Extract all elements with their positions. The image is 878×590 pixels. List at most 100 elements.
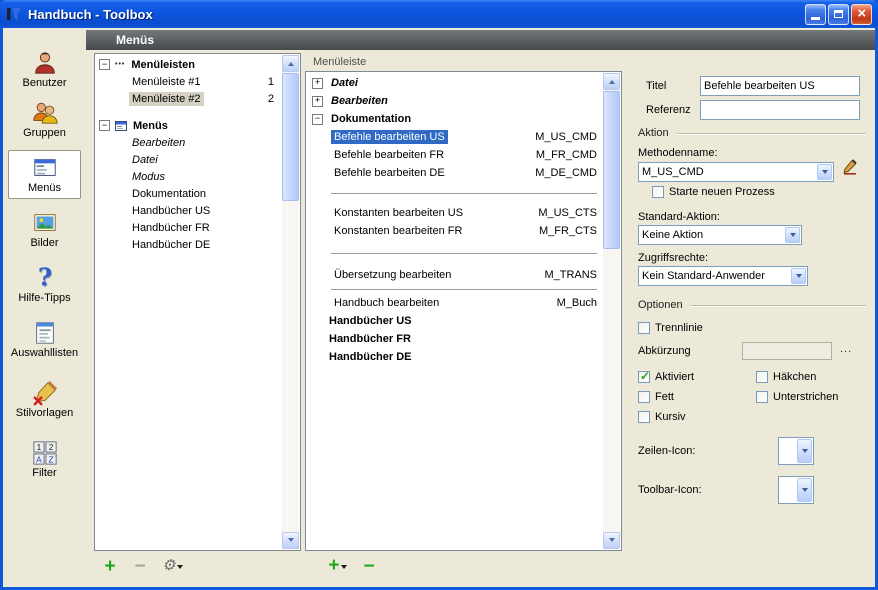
- menu-item-uebersetzung[interactable]: Übersetzung bearbeiten M_TRANS: [306, 266, 602, 284]
- settings-gear-button[interactable]: [162, 556, 183, 576]
- menu-node-bearbeiten[interactable]: Bearbeiten: [306, 92, 602, 110]
- tree-item-dokumentation[interactable]: Dokumentation: [95, 185, 281, 202]
- sidebar-item-hilfe-tipps[interactable]: ?? Hilfe-Tipps: [6, 265, 83, 304]
- chevron-down-icon[interactable]: [791, 268, 806, 284]
- tree-item-modus[interactable]: Modus: [95, 168, 281, 185]
- tree-item-handbuecher-fr[interactable]: Handbücher FR: [95, 219, 281, 236]
- methodenname-select[interactable]: M_US_CMD: [638, 162, 834, 182]
- methodenname-value: M_US_CMD: [639, 166, 816, 178]
- aktiviert-checkbox[interactable]: Aktiviert: [638, 371, 694, 383]
- gear-icon: [162, 557, 175, 575]
- zugriffsrechte-select[interactable]: Kein Standard-Anwender: [638, 266, 808, 286]
- referenz-field[interactable]: [700, 100, 860, 120]
- menu-node-label: Handbücher FR: [326, 332, 414, 346]
- menu-separator[interactable]: [306, 284, 602, 294]
- sidebar-item-stilvorlagen[interactable]: Stilvorlagen: [6, 380, 83, 419]
- zeilen-icon-dropdown[interactable]: [778, 437, 814, 465]
- tree-item-bearbeiten[interactable]: Bearbeiten: [95, 134, 281, 151]
- tree-item-datei[interactable]: Datei: [95, 151, 281, 168]
- method-code: M_US_CMD: [535, 131, 597, 143]
- vertical-scrollbar[interactable]: [603, 73, 620, 549]
- fett-checkbox[interactable]: Fett: [638, 391, 674, 403]
- scroll-up-icon[interactable]: [282, 55, 299, 72]
- titel-field[interactable]: Befehle bearbeiten US: [700, 76, 860, 96]
- abkuerzung-more-button[interactable]: ...: [840, 343, 852, 355]
- remove-menu-item-button[interactable]: [361, 556, 377, 576]
- tree-item-handbuecher-de[interactable]: Handbücher DE: [95, 236, 281, 253]
- scroll-down-icon[interactable]: [282, 532, 299, 549]
- add-menu-item-button[interactable]: [328, 556, 347, 576]
- menu-item-konstanten-fr[interactable]: Konstanten bearbeiten FR M_FR_CTS: [306, 222, 602, 240]
- unterstrichen-checkbox[interactable]: Unterstrichen: [756, 391, 838, 403]
- starte-prozess-checkbox[interactable]: Starte neuen Prozess: [652, 186, 775, 198]
- scroll-thumb[interactable]: [282, 73, 299, 201]
- scroll-down-icon[interactable]: [603, 532, 620, 549]
- method-code: M_FR_CTS: [539, 225, 597, 237]
- aktion-group-header: Aktion: [638, 127, 866, 139]
- sidebar-item-label: Gruppen: [23, 127, 66, 139]
- vertical-scrollbar[interactable]: [282, 55, 299, 549]
- menu-separator[interactable]: [306, 240, 602, 266]
- collapse-icon[interactable]: [312, 114, 323, 125]
- tree-item-label: Handbücher DE: [129, 238, 213, 252]
- chevron-down-icon[interactable]: [797, 478, 812, 502]
- collapse-icon[interactable]: [99, 59, 110, 70]
- expand-icon[interactable]: [312, 96, 323, 107]
- tree-item-menuleiste-1[interactable]: Menüleiste #1 1: [95, 73, 281, 90]
- checkbox-checked-icon: [638, 371, 650, 383]
- menu-separator[interactable]: [306, 182, 602, 204]
- chevron-down-icon[interactable]: [785, 227, 800, 243]
- separator-line: [331, 289, 597, 290]
- sidebar-item-bilder[interactable]: Bilder: [6, 210, 83, 249]
- menu-icon: [32, 155, 58, 181]
- collapse-icon[interactable]: [99, 120, 110, 131]
- sidebar-item-auswahllisten[interactable]: Auswahllisten: [6, 320, 83, 359]
- abkuerzung-field[interactable]: [742, 342, 832, 360]
- menu-item-konstanten-us[interactable]: Konstanten bearbeiten US M_US_CTS: [306, 204, 602, 222]
- expand-icon[interactable]: [312, 78, 323, 89]
- sidebar-item-gruppen[interactable]: Gruppen: [6, 100, 83, 139]
- trennlinie-checkbox[interactable]: Trennlinie: [638, 322, 703, 334]
- standard-aktion-select[interactable]: Keine Aktion: [638, 225, 802, 245]
- menubar-panel-header: Menüleiste: [305, 53, 622, 71]
- menu-node-label: Bearbeiten: [328, 94, 391, 108]
- sidebar-item-filter[interactable]: 12AZ Filter: [6, 440, 83, 479]
- menu-structure-tree: Menüleisten Menüleiste #1 1 Menüleiste #…: [95, 56, 281, 548]
- close-button[interactable]: [851, 4, 872, 25]
- tree-item-menuleiste-2[interactable]: Menüleiste #2 2: [95, 90, 281, 107]
- menu-item-handbuch[interactable]: Handbuch bearbeiten M_Buch: [306, 294, 602, 312]
- tree-node-label: Menüs: [130, 119, 171, 133]
- add-menubar-button[interactable]: [102, 556, 118, 576]
- menu-item-befehle-fr[interactable]: Befehle bearbeiten FR M_FR_CMD: [306, 146, 602, 164]
- maximize-button[interactable]: [828, 4, 849, 25]
- users-icon: [32, 100, 58, 126]
- sidebar-item-benutzer[interactable]: Benutzer: [6, 50, 83, 89]
- app-window: Handbuch - Toolbox Benutzer Gruppen Menü…: [0, 0, 878, 590]
- checkbox-icon: [756, 371, 768, 383]
- tree-node-menuleisten[interactable]: Menüleisten: [95, 56, 281, 73]
- chevron-down-icon[interactable]: [817, 164, 832, 180]
- chevron-down-icon[interactable]: [797, 439, 812, 463]
- menu-item-befehle-de[interactable]: Befehle bearbeiten DE M_DE_CMD: [306, 164, 602, 182]
- menu-node-label: Handbücher US: [326, 314, 415, 328]
- menu-node-datei[interactable]: Datei: [306, 74, 602, 92]
- menu-node-handbuecher-fr[interactable]: Handbücher FR: [306, 330, 602, 348]
- haekchen-checkbox[interactable]: Häkchen: [756, 371, 816, 383]
- sidebar-item-menus[interactable]: Menüs: [8, 150, 81, 199]
- toolbar-icon-dropdown[interactable]: [778, 476, 814, 504]
- kursiv-checkbox[interactable]: Kursiv: [638, 411, 686, 423]
- edit-pencil-icon[interactable]: [842, 159, 858, 175]
- menu-node-handbuecher-de[interactable]: Handbücher DE: [306, 348, 602, 366]
- menu-node-handbuecher-us[interactable]: Handbücher US: [306, 312, 602, 330]
- minimize-button[interactable]: [805, 4, 826, 25]
- tree-item-handbuecher-us[interactable]: Handbücher US: [95, 202, 281, 219]
- scroll-thumb[interactable]: [603, 91, 620, 249]
- menu-item-befehle-us[interactable]: Befehle bearbeiten US M_US_CMD: [306, 128, 602, 146]
- menu-item-label: Konstanten bearbeiten US: [331, 206, 466, 220]
- titlebar[interactable]: Handbuch - Toolbox: [0, 0, 878, 28]
- menu-node-dokumentation[interactable]: Dokumentation: [306, 110, 602, 128]
- tree-node-menus[interactable]: Menüs: [95, 117, 281, 134]
- method-code: M_US_CTS: [538, 207, 597, 219]
- remove-menubar-button[interactable]: [132, 556, 148, 576]
- scroll-up-icon[interactable]: [603, 73, 620, 90]
